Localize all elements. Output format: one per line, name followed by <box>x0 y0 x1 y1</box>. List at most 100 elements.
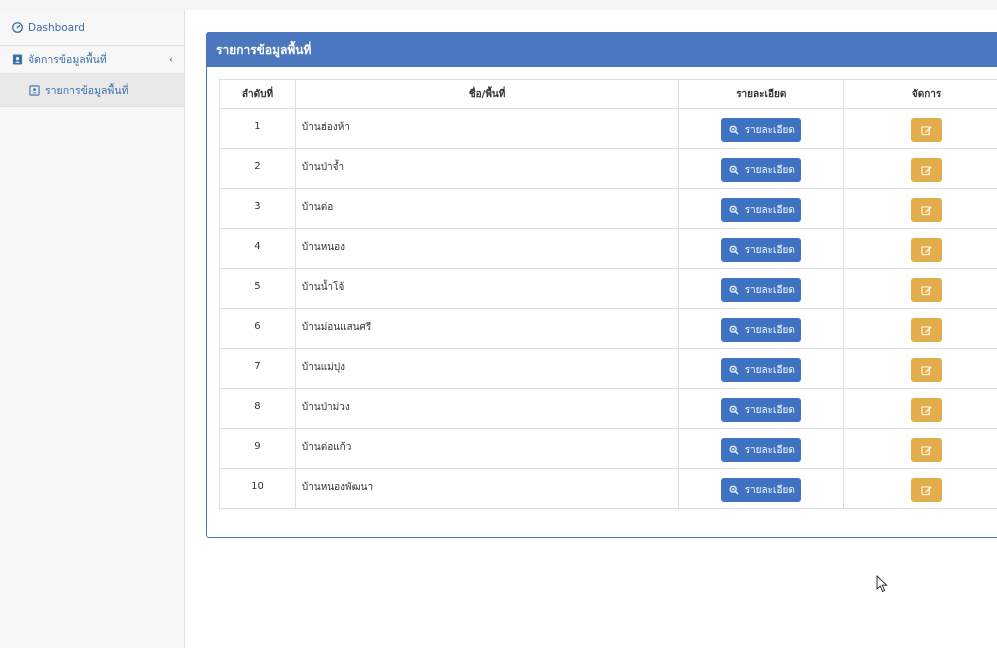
chevron-left-icon[interactable]: ‹ <box>169 54 173 65</box>
column-header-number: ลำดับที่ <box>219 79 296 109</box>
table-row: 8 บ้านป่าม่วง รายละเอียด <box>219 388 997 429</box>
row-number: 6 <box>219 308 296 349</box>
sidebar-item-label: Dashboard <box>28 21 85 34</box>
detail-cell: รายละเอียด <box>678 348 845 389</box>
manage-cell <box>843 468 997 509</box>
detail-button[interactable]: รายละเอียด <box>721 318 802 342</box>
detail-button[interactable]: รายละเอียด <box>721 398 802 422</box>
detail-button[interactable]: รายละเอียด <box>721 198 802 222</box>
search-plus-icon <box>728 364 740 376</box>
row-area-name: บ้านม่อนแสนศรี <box>294 308 680 349</box>
search-plus-icon <box>728 204 740 216</box>
detail-button[interactable]: รายละเอียด <box>721 158 802 182</box>
row-number: 3 <box>219 188 296 229</box>
edit-icon <box>921 124 933 136</box>
row-area-name: บ้านต่อแก้ว <box>294 428 680 469</box>
row-number: 7 <box>219 348 296 389</box>
search-plus-icon <box>728 244 740 256</box>
search-plus-icon <box>728 484 740 496</box>
detail-button-label: รายละเอียด <box>744 324 795 336</box>
manage-cell <box>843 148 997 189</box>
manage-cell <box>843 268 997 309</box>
top-strip <box>0 0 997 10</box>
edit-button[interactable] <box>911 278 943 302</box>
address-book-icon <box>11 54 23 66</box>
row-area-name: บ้านน้ำโจ้ <box>294 268 680 309</box>
sidebar: Dashboard จัดการข้อมูลพื้นที่ ‹ รายการข้… <box>0 10 185 648</box>
detail-button-label: รายละเอียด <box>744 124 795 136</box>
row-number: 10 <box>219 468 296 509</box>
table-row: 4 บ้านหนอง รายละเอียด <box>219 228 997 269</box>
edit-icon <box>921 284 933 296</box>
edit-button[interactable] <box>911 438 943 462</box>
row-number: 1 <box>219 108 296 149</box>
row-area-name: บ้านฮ่องห้า <box>294 108 680 149</box>
detail-button-label: รายละเอียด <box>744 164 795 176</box>
detail-cell: รายละเอียด <box>678 228 845 269</box>
edit-icon <box>921 364 933 376</box>
edit-button[interactable] <box>911 358 943 382</box>
detail-button-label: รายละเอียด <box>744 444 795 456</box>
table-row: 7 บ้านแม่ปุง รายละเอียด <box>219 348 997 389</box>
area-table: ลำดับที่ ชื่อ/พื้นที่ รายละเอียด จัดการ … <box>219 79 997 509</box>
search-plus-icon <box>728 124 740 136</box>
edit-button[interactable] <box>911 238 943 262</box>
edit-icon <box>921 244 933 256</box>
column-header-manage: จัดการ <box>843 79 997 109</box>
edit-button[interactable] <box>911 198 943 222</box>
sidebar-item-dashboard[interactable]: Dashboard <box>0 10 184 46</box>
detail-button[interactable]: รายละเอียด <box>721 278 802 302</box>
table-row: 6 บ้านม่อนแสนศรี รายละเอียด <box>219 308 997 349</box>
detail-button[interactable]: รายละเอียด <box>721 118 802 142</box>
address-card-icon <box>28 84 40 96</box>
search-plus-icon <box>728 284 740 296</box>
row-number: 2 <box>219 148 296 189</box>
edit-button[interactable] <box>911 158 943 182</box>
table-row: 3 บ้านต่อ รายละเอียด <box>219 188 997 229</box>
row-area-name: บ้านป่าจ้ำ <box>294 148 680 189</box>
manage-cell <box>843 228 997 269</box>
detail-cell: รายละเอียด <box>678 428 845 469</box>
detail-cell: รายละเอียด <box>678 468 845 509</box>
manage-cell <box>843 188 997 229</box>
detail-button[interactable]: รายละเอียด <box>721 478 802 502</box>
detail-button[interactable]: รายละเอียด <box>721 438 802 462</box>
detail-button-label: รายละเอียด <box>744 244 795 256</box>
edit-icon <box>921 164 933 176</box>
row-area-name: บ้านแม่ปุง <box>294 348 680 389</box>
manage-cell <box>843 348 997 389</box>
edit-icon <box>921 404 933 416</box>
row-number: 5 <box>219 268 296 309</box>
detail-cell: รายละเอียด <box>678 148 845 189</box>
row-area-name: บ้านหนองพัฒนา <box>294 468 680 509</box>
edit-button[interactable] <box>911 398 943 422</box>
search-plus-icon <box>728 324 740 336</box>
edit-button[interactable] <box>911 118 943 142</box>
row-area-name: บ้านป่าม่วง <box>294 388 680 429</box>
edit-button[interactable] <box>911 478 943 502</box>
table-row: 5 บ้านน้ำโจ้ รายละเอียด <box>219 268 997 309</box>
edit-button[interactable] <box>911 318 943 342</box>
row-area-name: บ้านต่อ <box>294 188 680 229</box>
sidebar-item-label: จัดการข้อมูลพื้นที่ <box>28 54 107 66</box>
row-area-name: บ้านหนอง <box>294 228 680 269</box>
sidebar-item-manage-area[interactable]: จัดการข้อมูลพื้นที่ ‹ <box>0 46 184 74</box>
row-number: 8 <box>219 388 296 429</box>
detail-button-label: รายละเอียด <box>744 364 795 376</box>
detail-cell: รายละเอียด <box>678 188 845 229</box>
manage-cell <box>843 108 997 149</box>
detail-button[interactable]: รายละเอียด <box>721 358 802 382</box>
edit-icon <box>921 444 933 456</box>
search-plus-icon <box>728 444 740 456</box>
manage-cell <box>843 388 997 429</box>
search-plus-icon <box>728 404 740 416</box>
detail-cell: รายละเอียด <box>678 308 845 349</box>
detail-button[interactable]: รายละเอียด <box>721 238 802 262</box>
manage-cell <box>843 428 997 469</box>
table-header-row: ลำดับที่ ชื่อ/พื้นที่ รายละเอียด จัดการ <box>219 79 997 109</box>
table-row: 9 บ้านต่อแก้ว รายละเอียด <box>219 428 997 469</box>
table-row: 2 บ้านป่าจ้ำ รายละเอียด <box>219 148 997 189</box>
table-row: 10 บ้านหนองพัฒนา รายละเอียด <box>219 468 997 509</box>
edit-icon <box>921 484 933 496</box>
sidebar-item-area-list[interactable]: รายการข้อมูลพื้นที่ <box>0 74 184 107</box>
